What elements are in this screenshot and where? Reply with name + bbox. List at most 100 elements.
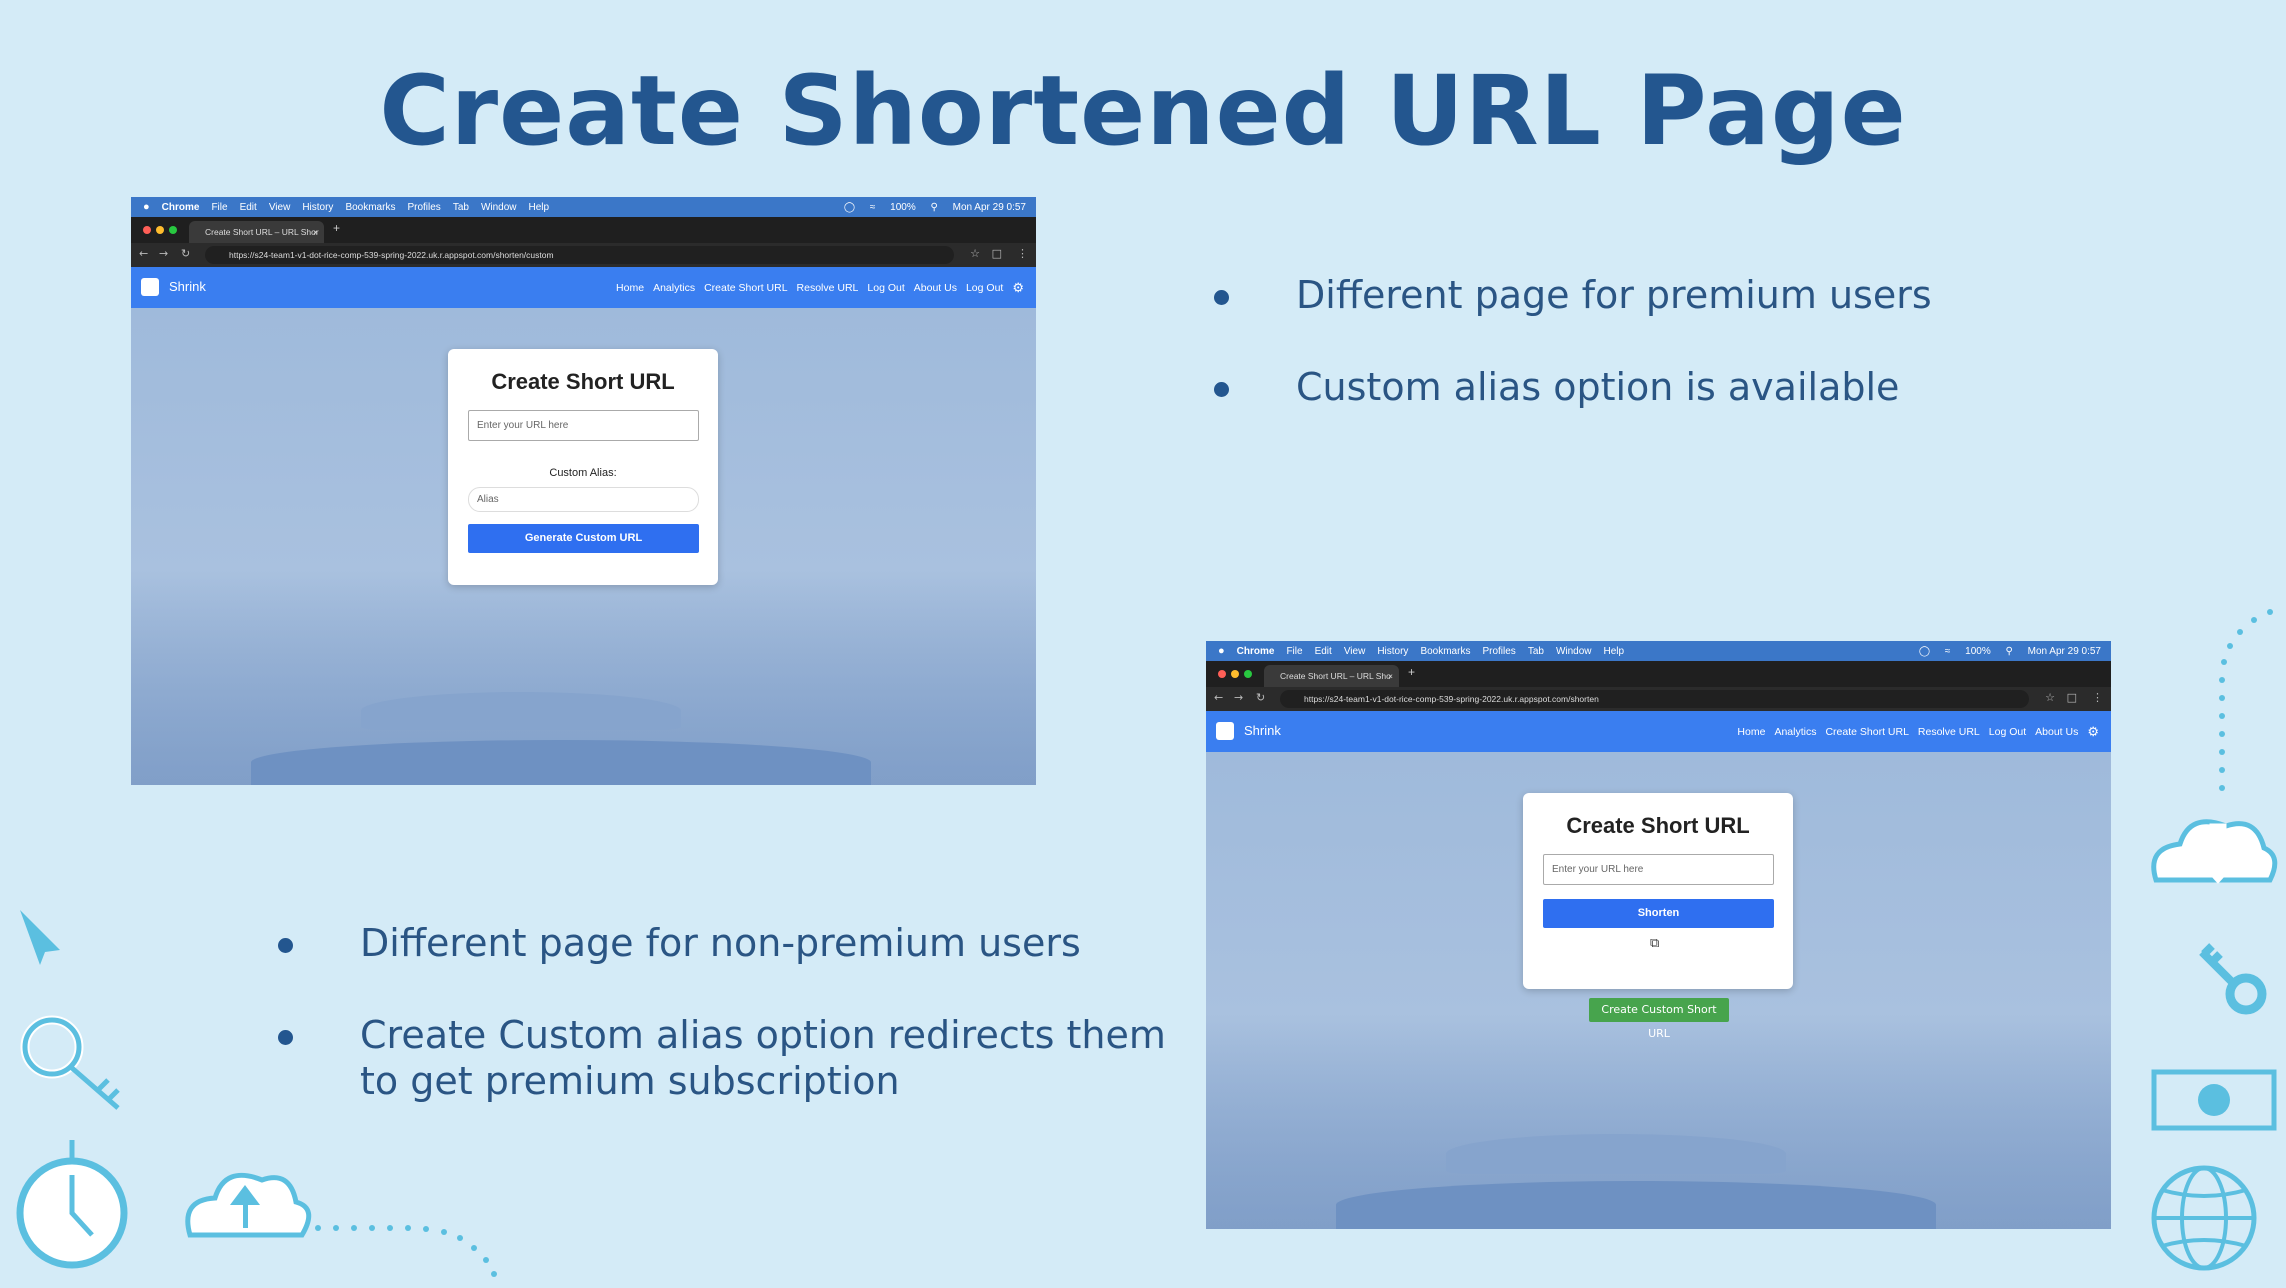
menu-item[interactable]: Bookmarks [1420, 646, 1470, 657]
menu-item[interactable]: Profiles [407, 202, 440, 213]
alias-input[interactable]: Alias [468, 487, 699, 512]
card-title: Create Short URL [491, 369, 675, 394]
minimize-window-button[interactable] [156, 226, 164, 234]
clock-text: Mon Apr 29 0:57 [952, 201, 1026, 213]
alias-label: Custom Alias: [549, 467, 617, 479]
menu-item[interactable]: History [1377, 646, 1408, 657]
nav-home[interactable]: Home [1737, 726, 1765, 738]
shield-icon: ◯ [1918, 645, 1931, 657]
nav-analytics[interactable]: Analytics [653, 282, 695, 294]
back-icon[interactable]: ← [1214, 691, 1223, 704]
url-input[interactable]: Enter your URL here [1543, 854, 1774, 885]
menu-item[interactable]: View [1344, 646, 1366, 657]
nav-links: Home Analytics Create Short URL Resolve … [607, 267, 1024, 308]
app-navbar: Shrink Home Analytics Create Short URL R… [1206, 711, 2111, 752]
gear-icon[interactable]: ⚙ [2087, 724, 2099, 740]
mac-menubar: ● Chrome File Edit View History Bookmark… [131, 197, 1036, 217]
menu-dots-icon[interactable]: ⋮ [2092, 691, 2103, 704]
menu-item[interactable]: Help [529, 202, 550, 213]
status-tray: ◯ ≈ 100% ⚲ Mon Apr 29 0:57 [1919, 646, 2101, 657]
slide-title: Create Shortened URL Page [379, 55, 1907, 167]
forward-icon[interactable]: → [159, 247, 168, 260]
menu-item[interactable]: Window [1556, 646, 1592, 657]
app-navbar: Shrink Home Analytics Create Short URL R… [131, 267, 1036, 308]
menu-item[interactable]: File [211, 202, 227, 213]
bullet-item: Custom alias option is available [1214, 364, 2118, 410]
nav-log-out[interactable]: Log Out [1989, 726, 2026, 738]
url-field[interactable]: https://s24-team1-v1-dot-rice-comp-539-s… [205, 246, 954, 264]
bookmark-star-icon[interactable]: ☆ [2045, 691, 2055, 704]
status-tray: ◯ ≈ 100% ⚲ Mon Apr 29 0:57 [844, 202, 1026, 213]
bookmark-star-icon[interactable]: ☆ [970, 247, 980, 260]
bullet-item: Different page for premium users [1214, 272, 2118, 318]
close-icon[interactable]: × [1388, 665, 1393, 687]
link-icon [141, 278, 159, 296]
menu-item[interactable]: Chrome [162, 202, 200, 213]
nav-home[interactable]: Home [616, 282, 644, 294]
forward-icon[interactable]: → [1234, 691, 1243, 704]
nav-resolve-url[interactable]: Resolve URL [1918, 726, 1980, 738]
wifi-icon: ≈ [1944, 645, 1951, 657]
new-tab-icon[interactable]: + [333, 221, 340, 235]
menu-item[interactable]: Help [1604, 646, 1625, 657]
gear-icon[interactable]: ⚙ [1012, 280, 1024, 296]
nav-create-short-url[interactable]: Create Short URL [704, 282, 787, 294]
search-icon: ⚲ [930, 201, 938, 213]
shorten-button[interactable]: Shorten [1543, 899, 1774, 928]
url-field[interactable]: https://s24-team1-v1-dot-rice-comp-539-s… [1280, 690, 2029, 708]
close-window-button[interactable] [1218, 670, 1226, 678]
menu-item[interactable]: Edit [240, 202, 257, 213]
apple-icon: ● [1218, 645, 1225, 657]
copy-icon[interactable]: ⧉ [1650, 935, 1664, 951]
browser-tab[interactable]: Create Short URL – URL Shor × [189, 221, 324, 243]
url-input[interactable]: Enter your URL here [468, 410, 699, 441]
screenshot-premium: ● Chrome File Edit View History Bookmark… [131, 197, 1036, 785]
generate-custom-url-button[interactable]: Generate Custom URL [468, 524, 699, 553]
reload-icon[interactable]: ↻ [1256, 691, 1265, 704]
island-shape [1336, 1181, 1936, 1229]
nav-create-short-url[interactable]: Create Short URL [1825, 726, 1908, 738]
nav-log-out[interactable]: Log Out [966, 282, 1003, 294]
menu-item[interactable]: File [1286, 646, 1302, 657]
extensions-icon[interactable]: □ [2067, 691, 2077, 704]
menu-item[interactable]: Window [481, 202, 517, 213]
nav-analytics[interactable]: Analytics [1774, 726, 1816, 738]
card-title: Create Short URL [1566, 813, 1750, 838]
browser-tab[interactable]: Create Short URL – URL Sho × [1264, 665, 1399, 687]
tab-title: Create Short URL – URL Shor [205, 227, 319, 237]
close-icon[interactable]: × [313, 221, 318, 243]
extensions-icon[interactable]: □ [992, 247, 1002, 260]
nav-log-out[interactable]: Log Out [867, 282, 904, 294]
brand-name[interactable]: Shrink [1244, 723, 1281, 738]
back-icon[interactable]: ← [139, 247, 148, 260]
apple-icon: ● [143, 201, 150, 213]
nav-resolve-url[interactable]: Resolve URL [797, 282, 859, 294]
close-window-button[interactable] [143, 226, 151, 234]
nav-about-us[interactable]: About Us [914, 282, 957, 294]
reload-icon[interactable]: ↻ [181, 247, 190, 260]
menu-item[interactable]: History [302, 202, 333, 213]
zoom-window-button[interactable] [169, 226, 177, 234]
cursor-icon [20, 910, 60, 965]
brand-name[interactable]: Shrink [169, 279, 206, 294]
create-url-card: Create Short URL Enter your URL here Sho… [1523, 793, 1793, 989]
new-tab-icon[interactable]: + [1408, 665, 1415, 679]
zoom-window-button[interactable] [1244, 670, 1252, 678]
tab-bar: Create Short URL – URL Sho × + [1206, 661, 2111, 687]
search-icon: ⚲ [2005, 645, 2013, 657]
menu-dots-icon[interactable]: ⋮ [1017, 247, 1028, 260]
nav-about-us[interactable]: About Us [2035, 726, 2078, 738]
cloud-upload-icon [185, 1172, 312, 1238]
menu-item[interactable]: Profiles [1482, 646, 1515, 657]
tab-title: Create Short URL – URL Sho [1280, 671, 1391, 681]
menu-item[interactable]: View [269, 202, 291, 213]
menu-item[interactable]: Chrome [1237, 646, 1275, 657]
key-icon [2225, 973, 2267, 1015]
bullet-list-premium: Different page for premium users Custom … [1214, 272, 2118, 410]
create-custom-short-url-button[interactable]: Create Custom Short URL [1589, 998, 1729, 1040]
menu-item[interactable]: Edit [1315, 646, 1332, 657]
menu-item[interactable]: Tab [1528, 646, 1544, 657]
menu-item[interactable]: Bookmarks [345, 202, 395, 213]
menu-item[interactable]: Tab [453, 202, 469, 213]
minimize-window-button[interactable] [1231, 670, 1239, 678]
